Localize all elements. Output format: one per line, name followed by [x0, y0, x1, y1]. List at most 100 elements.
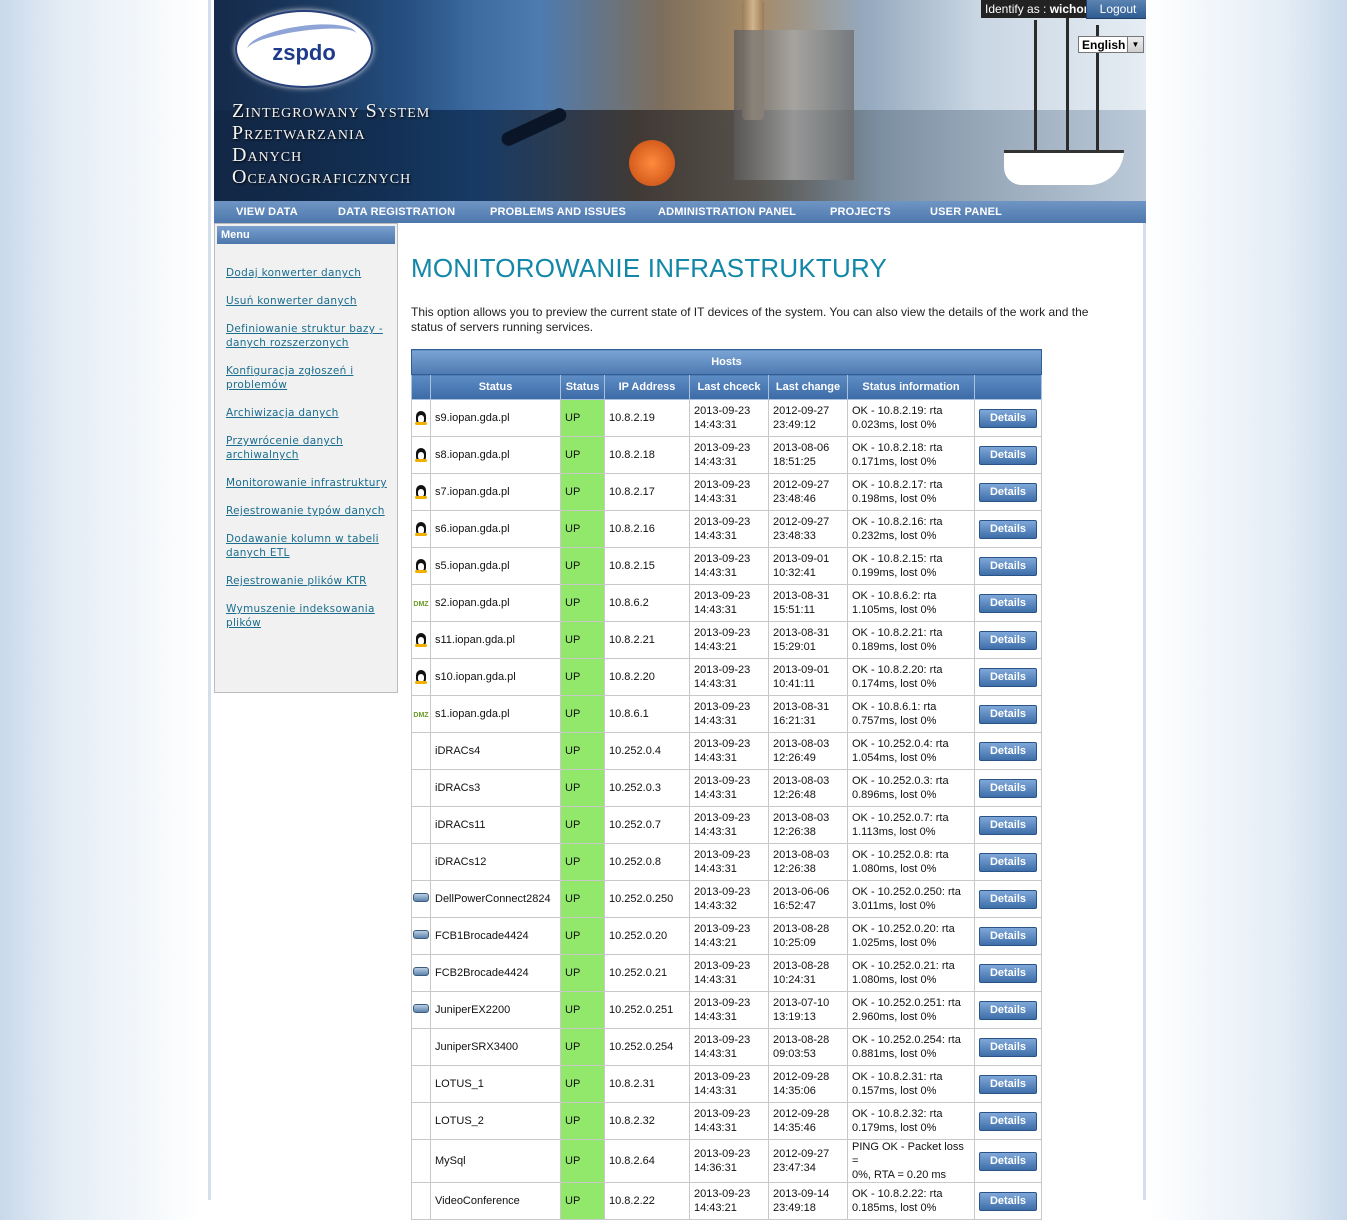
last-check-time: 14:43:32 [694, 900, 737, 912]
details-button[interactable]: Details [979, 556, 1037, 576]
status-info-line: 0.185ms, lost 0% [852, 1202, 937, 1214]
identify-user: wichor [1049, 2, 1089, 16]
status-badge: UP [560, 917, 605, 955]
sidebar-item-add-converter[interactable]: Dodaj konwerter danych [226, 266, 391, 280]
last-check: 2013-09-23 14:43:21 [689, 1182, 769, 1220]
column-header-status-info[interactable]: Status information [847, 374, 975, 400]
details-cell: Details [974, 954, 1042, 992]
details-button[interactable]: Details [979, 1111, 1037, 1131]
last-change: 2013-08-31 16:21:31 [768, 695, 848, 733]
page-container: zspdo Zintegrowany System Przetwarzania … [208, 0, 1146, 1220]
details-cell: Details [974, 510, 1042, 548]
details-button[interactable]: Details [979, 852, 1037, 872]
chevron-down-icon[interactable]: ▼ [1127, 37, 1143, 52]
details-button[interactable]: Details [979, 1191, 1037, 1211]
table-row: JuniperEX2200 UP 10.252.0.251 2013-09-23 14:… [411, 991, 1042, 1029]
last-check: 2013-09-23 14:43:31 [689, 658, 769, 696]
details-button[interactable]: Details [979, 593, 1037, 613]
details-button[interactable]: Details [979, 1000, 1037, 1020]
host-name: MySql [430, 1139, 561, 1183]
column-header-last-change[interactable]: Last change [768, 374, 848, 400]
nav-administration-panel[interactable]: ADMINISTRATION PANEL [658, 201, 796, 223]
last-change-date: 2012-09-27 [773, 405, 830, 417]
last-change-date: 2013-08-03 [773, 812, 830, 824]
banner-ship-mast [1034, 20, 1037, 155]
nav-view-data[interactable]: VIEW DATA [236, 201, 298, 223]
last-change-date: 2013-08-31 [773, 590, 830, 602]
status-info-line: 0.232ms, lost 0% [852, 530, 937, 542]
banner-buoy-image [629, 140, 675, 186]
status-badge: UP [560, 732, 605, 770]
sidebar-item-restore[interactable]: Przywrócenie danych archiwalnych [226, 434, 391, 462]
last-change-time: 16:21:31 [773, 715, 816, 727]
status-info-line: 1.054ms, lost 0% [852, 752, 937, 764]
nav-data-registration[interactable]: DATA REGISTRATION [338, 201, 455, 223]
zspdo-logo[interactable]: zspdo [235, 10, 373, 88]
language-select[interactable]: English ▼ [1078, 36, 1144, 53]
status-info-line: 3.011ms, lost 0% [852, 900, 936, 912]
details-button[interactable]: Details [979, 963, 1037, 983]
details-button[interactable]: Details [979, 889, 1037, 909]
ip-address: 10.8.2.20 [604, 658, 690, 696]
logout-button[interactable]: Logout [1086, 0, 1146, 19]
identify-label: Identify as : [985, 2, 1047, 16]
status-info-line: 0.757ms, lost 0% [852, 715, 937, 727]
details-button[interactable]: Details [979, 519, 1037, 539]
status-information: OK - 10.8.6.2: rta 1.105ms, lost 0% [847, 584, 975, 622]
sidebar-item-archive[interactable]: Archiwizacja danych [226, 406, 391, 420]
identify-as: Identify as : wichor [981, 0, 1093, 18]
sidebar-item-db-structures[interactable]: Definiowanie struktur bazy - danych rozs… [226, 322, 391, 350]
sidebar-item-remove-converter[interactable]: Usuń konwerter danych [226, 294, 391, 308]
column-header-last-check[interactable]: Last chceck [689, 374, 769, 400]
details-button[interactable]: Details [979, 815, 1037, 835]
last-change-date: 2012-09-27 [773, 479, 830, 491]
hosts-table-body: s9.iopan.gda.pl UP 10.8.2.19 2013-09-23 14:4… [411, 399, 1042, 1220]
nav-projects[interactable]: PROJECTS [830, 201, 891, 223]
status-badge: UP [560, 1139, 605, 1183]
sidebar-item-monitoring[interactable]: Monitorowanie infrastruktury [226, 476, 391, 490]
table-row: iDRACs3 UP 10.252.0.3 2013-09-23 14:43:31 201… [411, 769, 1042, 807]
details-button[interactable]: Details [979, 704, 1037, 724]
status-info-line: OK - 10.252.0.4: rta [852, 738, 949, 750]
column-header-ip[interactable]: IP Address [604, 374, 690, 400]
status-information: OK - 10.8.2.17: rta 0.198ms, lost 0% [847, 473, 975, 511]
sidebar-item-issue-config[interactable]: Konfiguracja zgłoszeń i problemów [226, 364, 391, 392]
status-info-line: 0.171ms, lost 0% [852, 456, 937, 468]
details-button[interactable]: Details [979, 445, 1037, 465]
details-button[interactable]: Details [979, 778, 1037, 798]
details-button[interactable]: Details [979, 1151, 1037, 1171]
details-button[interactable]: Details [979, 926, 1037, 946]
column-header-status[interactable]: Status [560, 374, 605, 400]
status-badge: UP [560, 991, 605, 1029]
column-header-host[interactable]: Status [430, 374, 561, 400]
sidebar-item-ktr-files[interactable]: Rejestrowanie plików KTR [226, 574, 391, 588]
nav-user-panel[interactable]: USER PANEL [930, 201, 1002, 223]
sidebar-item-etl-columns[interactable]: Dodawanie kolumn w tabeli danych ETL [226, 532, 391, 560]
table-row: FCB1Brocade4424 UP 10.252.0.20 2013-09-23 14… [411, 917, 1042, 955]
linux-tux-icon [414, 557, 428, 573]
last-change: 2013-09-01 10:41:11 [768, 658, 848, 696]
details-button[interactable]: Details [979, 741, 1037, 761]
linux-tux-icon [414, 631, 428, 647]
last-change-time: 23:49:12 [773, 419, 816, 431]
host-icon-cell [411, 880, 431, 918]
details-button[interactable]: Details [979, 408, 1037, 428]
last-check-date: 2013-09-23 [694, 664, 751, 676]
last-change: 2013-08-31 15:29:01 [768, 621, 848, 659]
last-change-time: 15:29:01 [773, 641, 816, 653]
details-button[interactable]: Details [979, 1074, 1037, 1094]
details-button[interactable]: Details [979, 630, 1037, 650]
nav-problems-and-issues[interactable]: PROBLEMS AND ISSUES [490, 201, 626, 223]
last-check-time: 14:43:31 [694, 863, 737, 875]
banner-ship-mast [1066, 10, 1069, 155]
host-icon-cell [411, 436, 431, 474]
sidebar-item-data-types[interactable]: Rejestrowanie typów danych [226, 504, 391, 518]
details-button[interactable]: Details [979, 1037, 1037, 1057]
details-button[interactable]: Details [979, 667, 1037, 687]
last-check-time: 14:43:31 [694, 530, 737, 542]
status-info-line: OK - 10.252.0.254: rta [852, 1034, 961, 1046]
last-change-date: 2013-09-01 [773, 664, 830, 676]
sidebar-item-force-indexing[interactable]: Wymuszenie indeksowania plików [226, 602, 391, 630]
last-change-time: 13:19:13 [773, 1011, 816, 1023]
details-button[interactable]: Details [979, 482, 1037, 502]
